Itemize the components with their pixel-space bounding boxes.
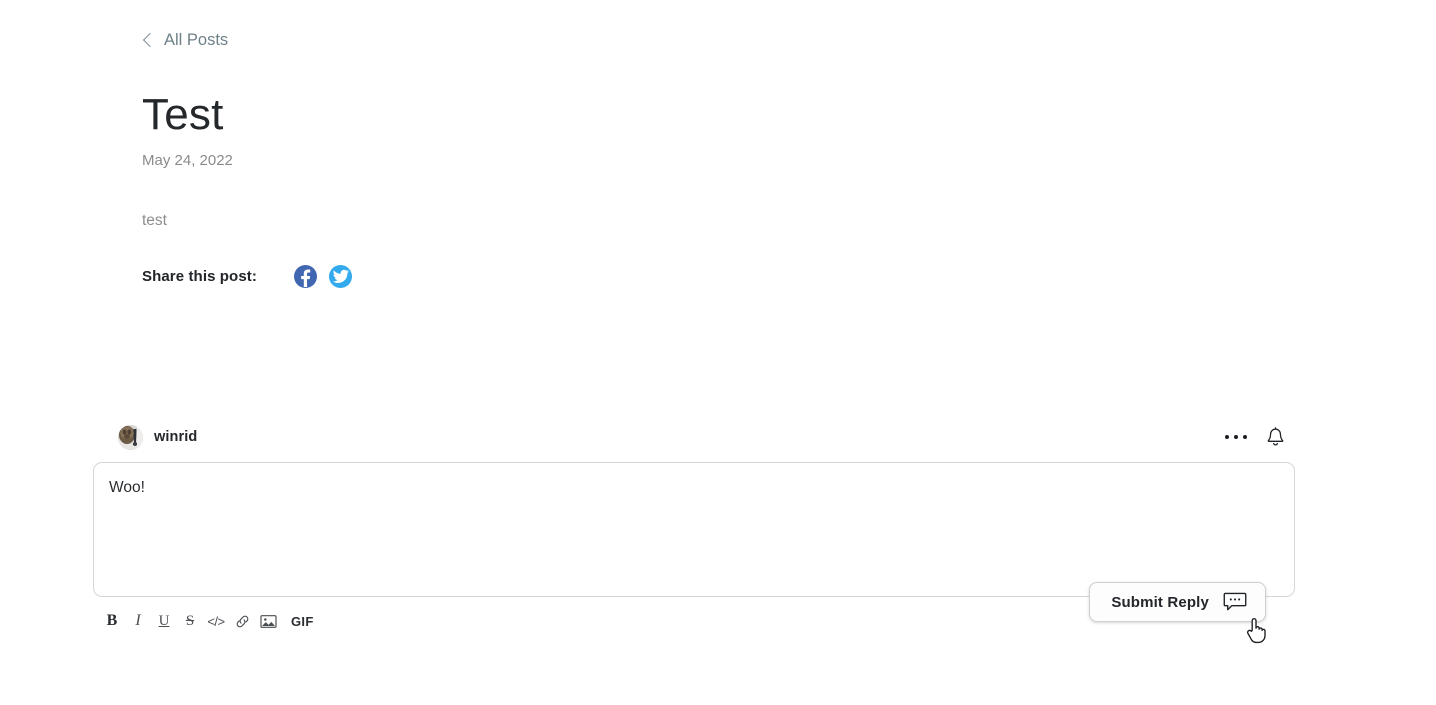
dot [1233,434,1238,440]
back-to-all-posts-link[interactable]: All Posts [142,32,228,49]
gif-icon[interactable]: GIF [287,609,318,633]
post-container: All Posts Test May 24, 2022 test Share t… [142,0,1302,288]
facebook-share-button[interactable] [293,264,317,288]
twitter-icon [332,269,349,283]
page-title: Test [142,89,224,139]
more-options-icon[interactable] [1223,431,1250,444]
composer-username: winrid [154,429,198,445]
share-label: Share this post: [142,267,257,285]
underline-icon[interactable]: U [151,609,177,633]
twitter-share-button[interactable] [328,264,352,288]
code-icon[interactable]: </> [203,609,229,633]
user-avatar-photo [118,424,143,450]
facebook-icon [301,269,311,287]
bell-icon[interactable] [1266,426,1285,448]
share-icon-group [293,264,352,288]
link-icon[interactable] [229,609,255,633]
avatar[interactable] [118,424,143,450]
submit-reply-button[interactable]: Submit Reply [1089,582,1266,622]
submit-reply-label: Submit Reply [1111,593,1209,611]
post-body-text: test [142,211,167,229]
bold-icon[interactable]: B [99,609,125,633]
image-icon[interactable] [255,609,281,633]
comment-editor[interactable]: Woo! Submit Reply [93,462,1295,622]
speech-bubble-icon [1223,592,1247,612]
post-date: May 24, 2022 [142,151,233,169]
dot [1224,434,1229,440]
dot [1242,434,1247,440]
strikethrough-icon[interactable]: S [177,609,203,633]
composer-header-actions [1223,426,1286,448]
back-link-label: All Posts [164,31,229,49]
share-row: Share this post: [142,264,1302,288]
comment-composer: winrid Woo! Submit Reply B I U S </> GIF [93,416,1295,634]
comment-editor-text[interactable]: Woo! [109,479,145,497]
italic-icon[interactable]: I [125,609,151,633]
composer-header: winrid [93,416,1295,458]
chevron-left-icon [142,33,158,48]
